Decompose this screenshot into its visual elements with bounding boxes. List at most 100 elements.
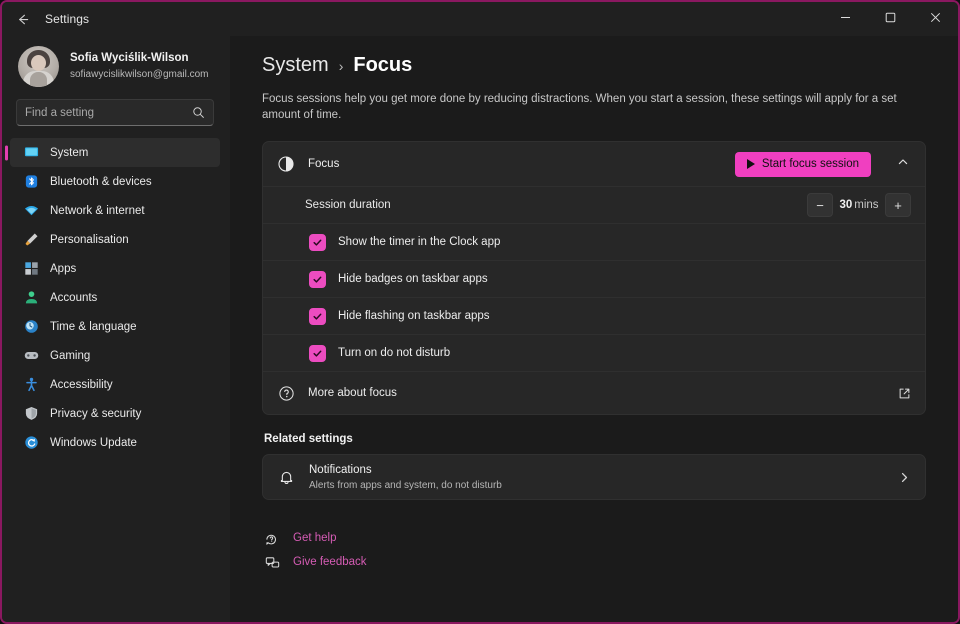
help-question-icon <box>264 530 280 546</box>
checkbox-label: Hide flashing on taskbar apps <box>338 310 490 322</box>
sidebar-item-label: Bluetooth & devices <box>50 176 152 188</box>
profile-email: sofiawycislikwilson@gmail.com <box>70 68 209 82</box>
main-content: System › Focus Focus sessions help you g… <box>230 36 958 622</box>
minimize-icon <box>840 10 851 28</box>
give-feedback-link[interactable]: Give feedback <box>264 550 926 574</box>
sidebar-item-gaming[interactable]: Gaming <box>10 341 220 370</box>
notifications-subtitle: Alerts from apps and system, do not dist… <box>309 479 885 492</box>
minimize-button[interactable] <box>823 2 868 36</box>
start-focus-session-button[interactable]: Start focus session <box>735 152 871 177</box>
minus-icon: − <box>816 198 824 213</box>
sidebar-nav: System Bluetooth & devices Network & int… <box>2 138 230 457</box>
sidebar-item-label: Windows Update <box>50 437 137 449</box>
related-settings-title: Related settings <box>264 433 926 445</box>
do-not-disturb-checkbox[interactable] <box>309 345 326 362</box>
title-bar: Settings <box>2 2 958 36</box>
question-circle-icon <box>276 383 296 403</box>
external-link-icon <box>898 387 911 400</box>
sidebar-item-label: Time & language <box>50 321 137 333</box>
page-description: Focus sessions help you get more done by… <box>262 91 926 123</box>
accessibility-icon <box>23 377 39 393</box>
checkbox-label: Hide badges on taskbar apps <box>338 273 488 285</box>
duration-number: 30 <box>839 199 852 211</box>
breadcrumb-parent[interactable]: System <box>262 54 329 77</box>
checkbox-label: Show the timer in the Clock app <box>338 236 500 248</box>
hide-flashing-checkbox[interactable] <box>309 308 326 325</box>
bell-icon <box>276 467 296 487</box>
chevron-up-icon <box>897 155 909 173</box>
search-box[interactable] <box>16 99 214 126</box>
checkbox-row[interactable]: Show the timer in the Clock app <box>263 223 925 260</box>
more-about-focus-row[interactable]: More about focus <box>263 371 925 414</box>
footer-links: Get help Give feedback <box>262 526 926 574</box>
more-about-focus-label: More about focus <box>308 387 886 399</box>
feedback-icon <box>264 554 280 570</box>
back-arrow-icon <box>15 12 30 27</box>
sidebar-item-privacy-security[interactable]: Privacy & security <box>10 399 220 428</box>
window-controls <box>823 2 958 36</box>
focus-card-header: Focus Start focus session <box>263 142 925 186</box>
person-icon <box>23 290 39 306</box>
sidebar-item-label: Accessibility <box>50 379 113 391</box>
start-focus-session-label: Start focus session <box>762 158 859 170</box>
sidebar-item-label: Privacy & security <box>50 408 141 420</box>
search-icon <box>192 106 205 119</box>
user-profile[interactable]: Sofia Wyciślik-Wilson sofiawycislikwilso… <box>2 36 230 99</box>
give-feedback-label: Give feedback <box>293 556 367 568</box>
sidebar-item-time-language[interactable]: Time & language <box>10 312 220 341</box>
gamepad-icon <box>23 348 39 364</box>
sidebar-item-accessibility[interactable]: Accessibility <box>10 370 220 399</box>
sidebar-item-label: Gaming <box>50 350 90 362</box>
shield-icon <box>23 406 39 422</box>
plus-icon: + <box>894 198 902 213</box>
focus-moon-icon <box>276 154 296 174</box>
sidebar-item-personalisation[interactable]: Personalisation <box>10 225 220 254</box>
focus-card-title: Focus <box>308 158 723 170</box>
sidebar-item-network-internet[interactable]: Network & internet <box>10 196 220 225</box>
collapse-focus-card-button[interactable] <box>889 150 917 178</box>
breadcrumb-separator: › <box>339 58 344 74</box>
sidebar-item-apps[interactable]: Apps <box>10 254 220 283</box>
wifi-icon <box>23 203 39 219</box>
apps-grid-icon <box>23 261 39 277</box>
clock-globe-icon <box>23 319 39 335</box>
checkbox-row[interactable]: Turn on do not disturb <box>263 334 925 371</box>
page-title: Focus <box>353 54 412 77</box>
get-help-link[interactable]: Get help <box>264 526 926 550</box>
notifications-setting-row[interactable]: Notifications Alerts from apps and syste… <box>262 454 926 500</box>
sidebar-item-windows-update[interactable]: Windows Update <box>10 428 220 457</box>
chevron-right-icon <box>898 471 911 484</box>
sidebar-item-label: Personalisation <box>50 234 129 246</box>
bluetooth-icon <box>23 174 39 190</box>
checkbox-row[interactable]: Hide badges on taskbar apps <box>263 260 925 297</box>
checkbox-row[interactable]: Hide flashing on taskbar apps <box>263 297 925 334</box>
breadcrumb: System › Focus <box>262 54 926 77</box>
sidebar-item-label: Accounts <box>50 292 97 304</box>
increase-duration-button[interactable]: + <box>885 193 911 217</box>
sidebar-item-system[interactable]: System <box>10 138 220 167</box>
session-duration-stepper: − 30mins + <box>807 193 911 217</box>
maximize-button[interactable] <box>868 2 913 36</box>
sidebar-item-label: System <box>50 147 88 159</box>
close-icon <box>930 10 941 28</box>
session-duration-value: 30mins <box>837 199 881 211</box>
get-help-label: Get help <box>293 532 336 544</box>
monitor-icon <box>23 145 39 161</box>
checkbox-label: Turn on do not disturb <box>338 347 450 359</box>
profile-name: Sofia Wyciślik-Wilson <box>70 51 209 67</box>
decrease-duration-button[interactable]: − <box>807 193 833 217</box>
close-button[interactable] <box>913 2 958 36</box>
hide-badges-checkbox[interactable] <box>309 271 326 288</box>
show-timer-checkbox[interactable] <box>309 234 326 251</box>
search-input[interactable] <box>25 107 188 119</box>
sidebar-item-label: Apps <box>50 263 76 275</box>
session-duration-label: Session duration <box>305 199 795 211</box>
back-button[interactable] <box>7 4 37 34</box>
maximize-icon <box>885 10 896 28</box>
sidebar-item-accounts[interactable]: Accounts <box>10 283 220 312</box>
duration-unit: mins <box>854 199 878 211</box>
window-title: Settings <box>45 12 89 26</box>
sidebar-item-bluetooth-devices[interactable]: Bluetooth & devices <box>10 167 220 196</box>
sidebar: Sofia Wyciślik-Wilson sofiawycislikwilso… <box>2 36 230 622</box>
play-icon <box>747 159 755 169</box>
